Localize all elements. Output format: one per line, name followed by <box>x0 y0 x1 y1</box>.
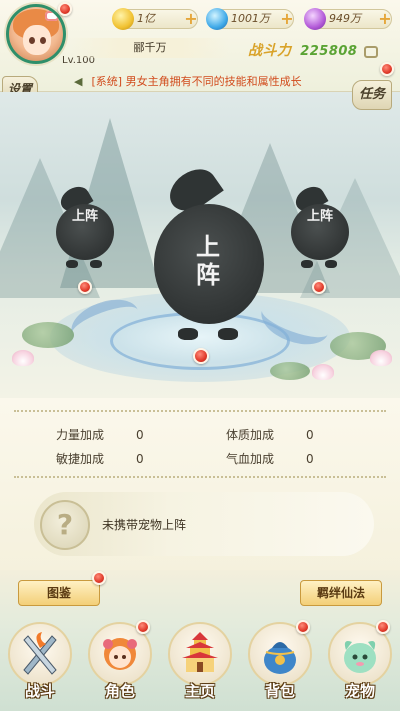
combat-power-value: 225808 <box>300 44 358 59</box>
lily-pad <box>22 322 74 348</box>
gold-counter: 1亿 + <box>112 8 199 30</box>
center-slot-dot <box>193 348 209 364</box>
slot-foot <box>301 260 313 268</box>
nav-character[interactable]: 角色 <box>82 620 158 708</box>
avatar-eye-right <box>40 37 46 44</box>
pet-status: 未携带宠物上阵 <box>102 518 187 532</box>
task-button[interactable]: 任务 <box>352 78 396 118</box>
nav-label: 背包 <box>264 682 295 700</box>
nav-label: 主页 <box>184 682 215 700</box>
diamond-icon <box>206 8 228 30</box>
nav-label: 战斗 <box>24 682 55 700</box>
diamond-add-button[interactable]: + <box>279 10 295 28</box>
gold-value: 1亿 <box>137 12 155 25</box>
divider <box>14 476 386 478</box>
pet-icon <box>344 641 376 673</box>
lotus-flower <box>312 364 334 380</box>
attr-label: 体质加成 <box>226 428 275 442</box>
energy-value: 949万 <box>329 12 361 25</box>
combat-power-label: 战斗力 <box>248 43 292 59</box>
avatar-face <box>23 25 51 55</box>
home-icon <box>182 632 218 672</box>
slot-foot <box>325 260 337 268</box>
nav-label: 角色 <box>104 682 135 700</box>
notice-tag: [系统] <box>91 75 123 88</box>
gold-add-button[interactable]: + <box>183 10 199 28</box>
formation-slot-center[interactable]: 上阵 <box>148 160 266 340</box>
attr-hp: 气血加成 0 <box>226 450 314 467</box>
attr-strength: 力量加成 0 <box>56 426 144 443</box>
slot-label-center: 上阵 <box>196 233 220 289</box>
lily-pad <box>270 362 310 380</box>
lotus-flower <box>370 350 392 366</box>
player-name: 郦千万 <box>70 38 230 58</box>
formation-scene: 上阵 上阵 上阵 <box>0 92 400 398</box>
attr-constitution: 体质加成 0 <box>226 426 314 443</box>
pet-notification-dot <box>376 620 390 634</box>
speaker-icon: ◀ <box>74 75 83 88</box>
combat-power: 战斗力 225808 <box>248 40 379 62</box>
bond-skill-button[interactable]: 羁绊仙法 <box>300 580 382 606</box>
attr-label: 敏捷加成 <box>56 452 105 466</box>
slot-foot <box>218 328 238 340</box>
attr-agility: 敏捷加成 0 <box>56 450 144 467</box>
nav-battle[interactable]: 战斗 <box>2 620 78 708</box>
question-mark-icon: ? <box>40 500 90 550</box>
system-notice: ◀ [系统] 男女主角拥有不同的技能和属性成长 <box>74 74 374 90</box>
slot-foot <box>66 260 78 268</box>
slot-label-right: 上阵 <box>307 209 334 224</box>
formation-slot-left[interactable]: 上阵 <box>50 181 120 268</box>
lotus-flower <box>12 350 34 366</box>
energy-add-button[interactable]: + <box>377 10 393 28</box>
attr-label: 气血加成 <box>226 452 275 466</box>
battle-icon <box>23 632 57 675</box>
slot-label-left: 上阵 <box>72 209 99 224</box>
task-label: 任务 <box>352 80 392 110</box>
attr-value: 0 <box>306 452 314 466</box>
avatar-eye-left <box>29 37 35 44</box>
notice-message: 男女主角拥有不同的技能和属性成长 <box>125 75 302 88</box>
codex-notification-dot <box>92 571 106 585</box>
diamond-value: 1001万 <box>231 12 270 25</box>
player-avatar[interactable] <box>6 4 66 64</box>
attr-label: 力量加成 <box>56 428 105 442</box>
app-root: Lv.100 1亿 + 1001万 + 949万 + 郦千万 战斗力 22580… <box>0 0 400 711</box>
formation-slot-right[interactable]: 上阵 <box>285 181 355 268</box>
codex-button[interactable]: 图鉴 <box>18 580 100 606</box>
energy-counter: 949万 + <box>304 8 393 30</box>
avatar-notification-dot <box>58 2 72 16</box>
attr-value: 0 <box>136 452 144 466</box>
gold-coin-icon <box>112 8 134 30</box>
energy-orb-icon <box>304 8 326 30</box>
bag-notification-dot <box>296 620 310 634</box>
slot-foot <box>90 260 102 268</box>
nav-pet[interactable]: 宠物 <box>322 620 398 708</box>
nav-bag[interactable]: 背包 <box>242 620 318 708</box>
nav-label: 宠物 <box>344 682 375 700</box>
diamond-counter: 1001万 + <box>206 8 295 30</box>
attr-value: 0 <box>136 428 144 442</box>
power-detail-icon[interactable] <box>364 45 379 58</box>
character-icon <box>103 638 137 670</box>
divider <box>14 410 386 412</box>
character-notification-dot <box>136 620 150 634</box>
avatar-bow <box>45 11 59 21</box>
bag-icon <box>264 642 296 674</box>
attr-value: 0 <box>306 428 314 442</box>
right-slot-dot <box>312 280 326 294</box>
slot-foot <box>178 328 198 340</box>
left-slot-dot <box>78 280 92 294</box>
task-notification-dot <box>380 62 394 76</box>
nav-home[interactable]: 主页 <box>162 620 238 708</box>
